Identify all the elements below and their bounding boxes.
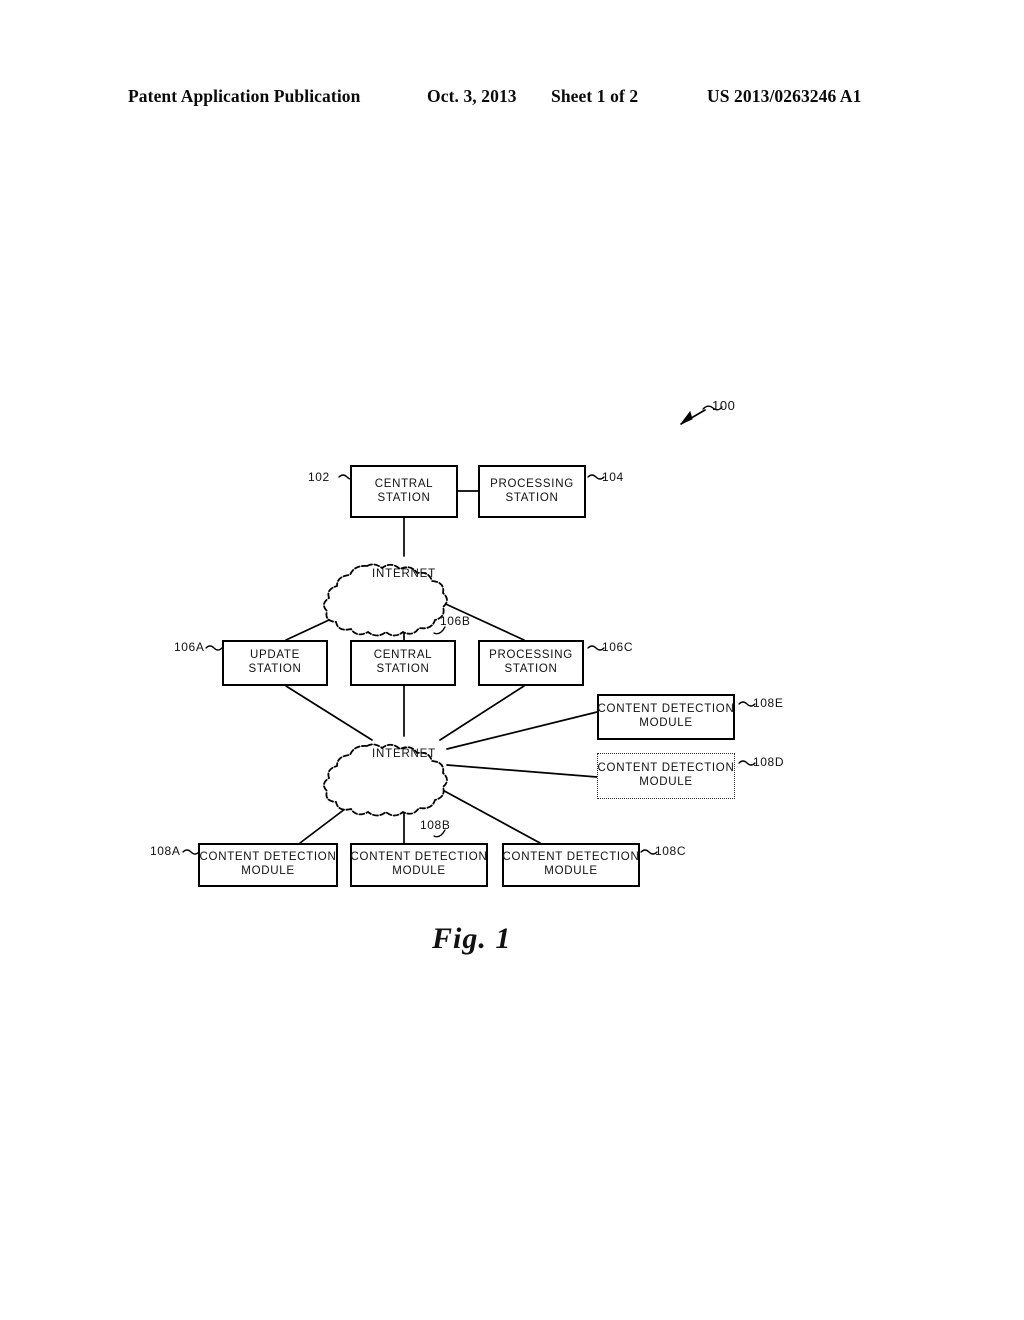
node-label-line1: CONTENT DETECTION [502,851,640,864]
node-central-station-106b[interactable]: CENTRAL STATION [350,640,456,686]
node-content-detection-module-108c[interactable]: CONTENT DETECTION MODULE [502,843,640,887]
node-content-detection-module-108d[interactable]: CONTENT DETECTION MODULE [597,753,735,799]
node-label-line2: STATION [377,491,431,504]
node-update-station-106a[interactable]: UPDATE STATION [222,640,328,686]
connector-internet2-108e [446,711,598,750]
node-label-line1: CONTENT DETECTION [597,762,735,775]
node-label-line1: UPDATE [250,649,300,662]
leader-106a [205,645,223,651]
connector-internet2-108d [446,764,598,778]
connector-106c-internet2 [439,685,525,741]
leader-106b [433,626,446,635]
node-label-line2: STATION [505,491,559,504]
node-label-line2: MODULE [639,776,693,788]
patent-figure-1: INTERNET INTERNET CENTRAL STATION PROCES… [0,0,1024,1320]
node-central-station-102[interactable]: CENTRAL STATION [350,465,458,518]
figure-caption: Fig. 1 [432,922,512,955]
refnum-108c: 108C [655,844,687,858]
node-processing-station-104[interactable]: PROCESSING STATION [478,465,586,518]
node-label-line2: MODULE [241,865,295,877]
refnum-106b: 106B [440,614,471,628]
refnum-108e: 108E [753,696,784,710]
node-label-line1: PROCESSING [489,649,573,662]
connector-106a-internet2 [285,685,373,741]
node-label-line2: STATION [248,663,302,675]
node-label-line1: PROCESSING [490,477,574,490]
refnum-108b: 108B [420,818,451,832]
refnum-106a: 106A [174,640,205,654]
node-content-detection-module-108b[interactable]: CONTENT DETECTION MODULE [350,843,488,887]
node-label-line2: MODULE [544,865,598,877]
refnum-100-system: 100 [712,398,736,413]
connector-internet2-108c [436,786,541,844]
node-label-line1: CONTENT DETECTION [199,851,337,864]
node-content-detection-module-108a[interactable]: CONTENT DETECTION MODULE [198,843,338,887]
internet-cloud-1-label: INTERNET [372,568,436,580]
node-label-line1: CENTRAL [373,649,433,662]
node-label-line2: MODULE [639,717,693,729]
refnum-108d: 108D [753,755,785,769]
leader-108a [182,849,200,855]
internet-cloud-2-label: INTERNET [372,748,436,760]
node-label-line2: STATION [504,663,558,675]
node-label-line1: CONTENT DETECTION [597,703,735,716]
refnum-106c: 106C [602,640,634,654]
node-label-line1: CONTENT DETECTION [350,851,488,864]
refnum-108a: 108A [150,844,181,858]
node-processing-station-106c[interactable]: PROCESSING STATION [478,640,584,686]
leader-100-arrowhead [680,410,693,425]
node-content-detection-module-108e[interactable]: CONTENT DETECTION MODULE [597,694,735,740]
node-label-line2: MODULE [392,865,446,877]
refnum-104: 104 [602,470,624,484]
refnum-102: 102 [308,470,330,484]
node-label-line2: STATION [376,663,430,675]
node-label-line1: CENTRAL [374,477,434,490]
